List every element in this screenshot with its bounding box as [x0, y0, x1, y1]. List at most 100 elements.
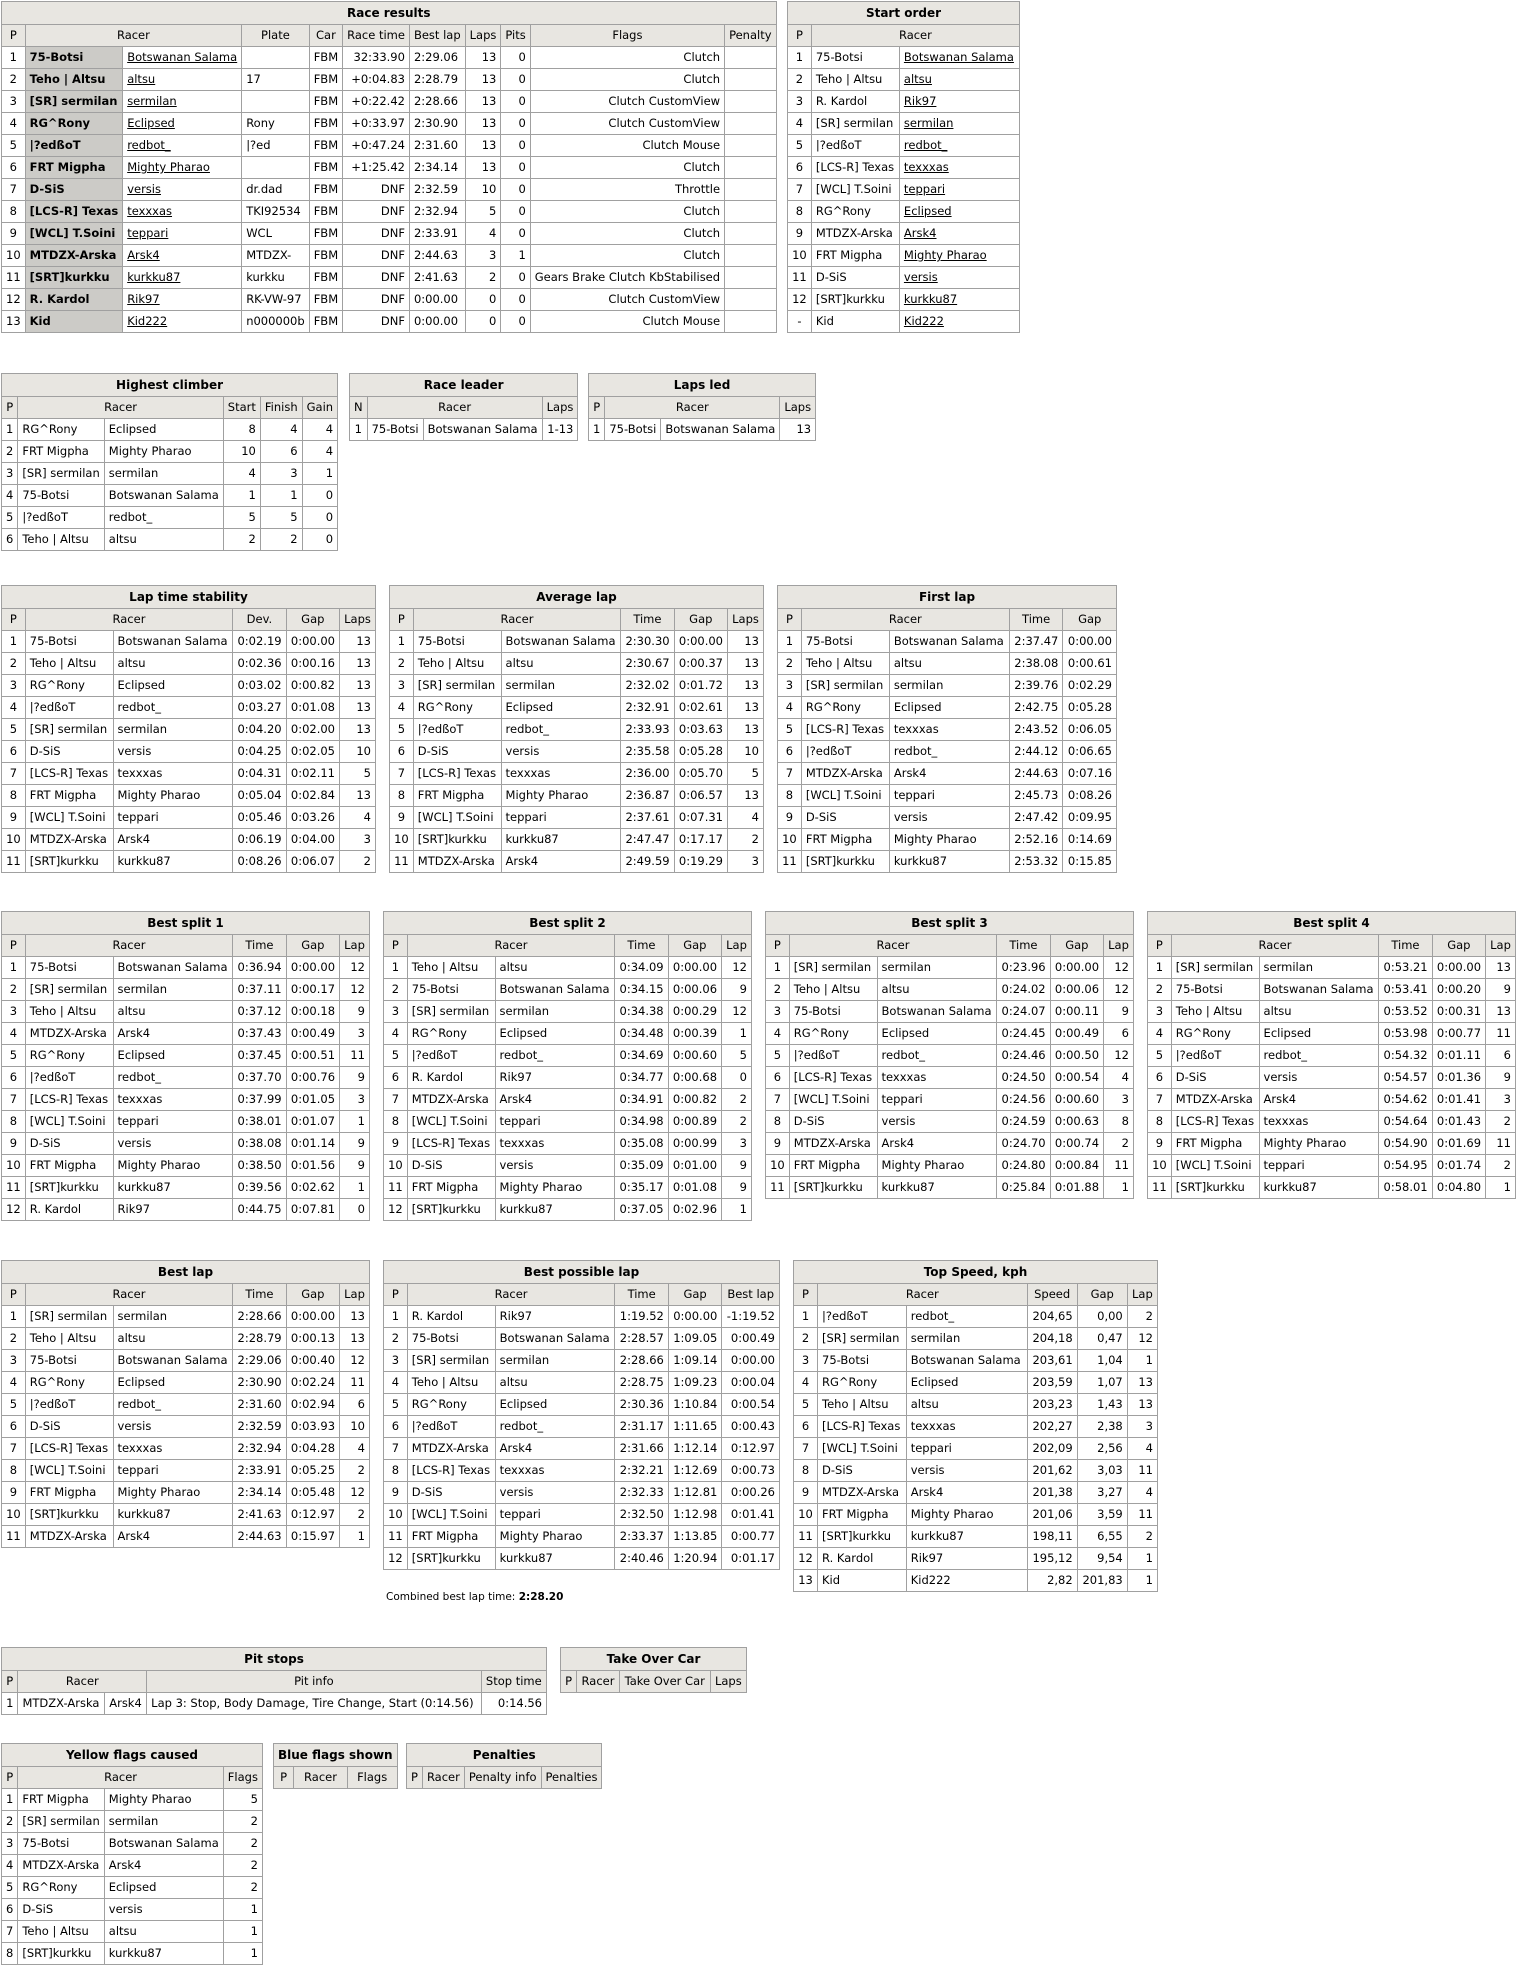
value-cell: 0:05.25 — [285, 1459, 341, 1482]
car-cell: FBM — [308, 90, 344, 113]
table-row: 8 D-SiS versis 201,62 3,03 11 — [792, 1459, 1159, 1482]
value-cell: 2:33.37 — [614, 1525, 669, 1548]
laps-cell: 4 — [464, 222, 502, 245]
racer-user-link[interactable]: texxxas — [122, 200, 243, 223]
col-header: Speed — [1026, 1283, 1078, 1306]
racer-user-cell: Botswanan Salama — [112, 1349, 234, 1372]
racer-tag-cell: [SRT]kurkku — [788, 1176, 878, 1199]
value-cell: 0:25.84 — [996, 1176, 1051, 1199]
table-row: 11 [SRT]kurkku kurkku87 0:08.26 0:06.07 2 — [1, 850, 376, 873]
best-possible-lap-title: Best possible lap — [383, 1260, 780, 1284]
racer-user-cell: texxxas — [494, 1132, 616, 1155]
racer-user-link[interactable]: Rik97 — [898, 90, 1021, 113]
value-cell: 4 — [339, 806, 376, 829]
racer-user-link[interactable]: redbot_ — [122, 134, 243, 157]
racer-user-link[interactable]: Eclipsed — [898, 200, 1021, 223]
racer-user-link[interactable]: kurkku87 — [898, 288, 1021, 311]
pit-stops-block: Pit stops P Racer Pit info Stop time 1 MT… — [0, 1647, 548, 1715]
racer-user-link[interactable]: Botswanan Salama — [122, 46, 243, 69]
time-cell: +0:04.83 — [342, 68, 410, 91]
value-cell: 2:37.47 — [1008, 630, 1064, 653]
racer-user-link[interactable]: teppari — [122, 222, 243, 245]
position-cell: 4 — [389, 696, 414, 719]
value-cell: 0:06.65 — [1062, 740, 1117, 763]
racer-user-link[interactable]: Mighty Pharao — [898, 244, 1021, 267]
col-header: Racer — [17, 396, 224, 419]
value-cell: 1 — [339, 1525, 370, 1548]
racer-tag-cell: Teho | Altsu — [412, 652, 502, 675]
table-row: 1 75-Botsi Botswanan Salama 13 — [587, 418, 817, 441]
racer-user-link[interactable]: altsu — [122, 68, 243, 91]
value-cell: 2:32.02 — [620, 674, 675, 697]
racer-tag-cell: Teho | Altsu — [406, 1371, 496, 1394]
position-cell: 9 — [383, 1132, 408, 1155]
position-cell: 8 — [1, 200, 26, 223]
racer-user-link[interactable]: Kid222 — [122, 310, 243, 333]
yellow-flags-title: Yellow flags caused — [1, 1743, 263, 1767]
racer-user-link[interactable]: kurkku87 — [122, 266, 243, 289]
table-row: 7 [LCS-R] Texas texxxas 2:32.94 0:04.28 4 — [1, 1437, 370, 1460]
position-cell: 4 — [383, 1022, 408, 1045]
value-cell: 0:34.38 — [614, 1000, 669, 1023]
col-header: Laps — [464, 24, 502, 47]
position-cell: 7 — [389, 762, 414, 785]
position-cell: 7 — [787, 178, 812, 201]
racer-user-link[interactable]: Rik97 — [122, 288, 243, 311]
racer-user-link[interactable]: Mighty Pharao — [122, 156, 243, 179]
racer-user-link[interactable]: redbot_ — [898, 134, 1021, 157]
racer-user-link[interactable]: texxxas — [898, 156, 1021, 179]
value-cell: 1-13 — [541, 418, 579, 441]
racer-user-link[interactable]: sermilan — [898, 112, 1021, 135]
pits-cell: 0 — [500, 90, 531, 113]
table-row: 4 RG^Rony Eclipsed 0:53.98 0:00.77 11 — [1147, 1022, 1516, 1045]
value-cell: 2:30.67 — [620, 652, 675, 675]
col-header: P — [777, 608, 802, 631]
position-cell: 2 — [1, 1327, 26, 1350]
value-cell: 0:02.61 — [673, 696, 729, 719]
racer-user-link[interactable]: Botswanan Salama — [898, 46, 1021, 69]
col-header: P — [765, 934, 790, 957]
racer-tag-cell: [LCS-R] Texas — [406, 1459, 496, 1482]
best-cell: 2:31.60 — [408, 134, 466, 157]
value-cell: 0:37.05 — [614, 1198, 669, 1221]
racer-tag-cell: [WCL] T.Soini — [800, 784, 890, 807]
racer-user-link[interactable]: Eclipsed — [122, 112, 243, 135]
racer-user-link[interactable]: Arsk4 — [122, 244, 243, 267]
position-cell: 4 — [787, 112, 812, 135]
value-cell: 0:00.60 — [1049, 1088, 1105, 1111]
racer-user-cell: Eclipsed — [103, 1876, 224, 1899]
col-header: Gap — [1076, 1283, 1128, 1306]
position-cell: 3 — [1147, 1000, 1172, 1023]
racer-user-link[interactable]: altsu — [898, 68, 1021, 91]
table-row: 9 [WCL] T.Soini teppari 2:37.61 0:07.31 4 — [389, 806, 764, 829]
value-cell: Lap 3: Stop, Body Damage, Tire Change, S… — [146, 1692, 482, 1715]
racer-tag-cell: R. Kardol — [24, 1198, 114, 1221]
best-cell: 2:28.79 — [408, 68, 466, 91]
laps-cell: 13 — [464, 90, 502, 113]
racer-user-link[interactable]: versis — [122, 178, 243, 201]
table-row: 9 [WCL] T.Soini teppari 0:05.46 0:03.26 4 — [1, 806, 376, 829]
col-header: P — [792, 1283, 819, 1306]
racer-tag-cell: 75-Botsi — [1170, 978, 1260, 1001]
racer-user-cell: Mighty Pharao — [494, 1176, 616, 1199]
lap-stability-title: Lap time stability — [1, 585, 376, 609]
racer-user-link[interactable]: Kid222 — [898, 310, 1021, 333]
value-cell: 0:00.89 — [667, 1110, 723, 1133]
racer-user-cell: sermilan — [112, 1305, 234, 1328]
racer-tag-cell: 75-Botsi — [406, 978, 496, 1001]
table-row: 3 [SR] sermilan sermilan 2:39.76 0:02.29 — [777, 674, 1117, 697]
position-cell: 11 — [1, 1176, 26, 1199]
table-row: 4 RG^Rony Eclipsed 0:24.45 0:00.49 6 — [765, 1022, 1134, 1045]
racer-tag-cell: RG^Rony — [412, 696, 502, 719]
racer-tag-cell: Teho | Altsu — [24, 68, 124, 91]
col-header: P — [389, 608, 414, 631]
racer-user-link[interactable]: teppari — [898, 178, 1021, 201]
table-row: 4 RG^Rony Eclipsed 2:32.91 0:02.61 13 — [389, 696, 764, 719]
flags-cell: Clutch — [529, 156, 726, 179]
racer-user-link[interactable]: Arsk4 — [898, 222, 1021, 245]
position-cell: 7 — [777, 762, 802, 785]
racer-tag-cell: [LCS-R] Texas — [24, 200, 124, 223]
value-cell: 0:02.96 — [667, 1198, 723, 1221]
racer-user-link[interactable]: sermilan — [122, 90, 243, 113]
racer-user-link[interactable]: versis — [898, 266, 1021, 289]
